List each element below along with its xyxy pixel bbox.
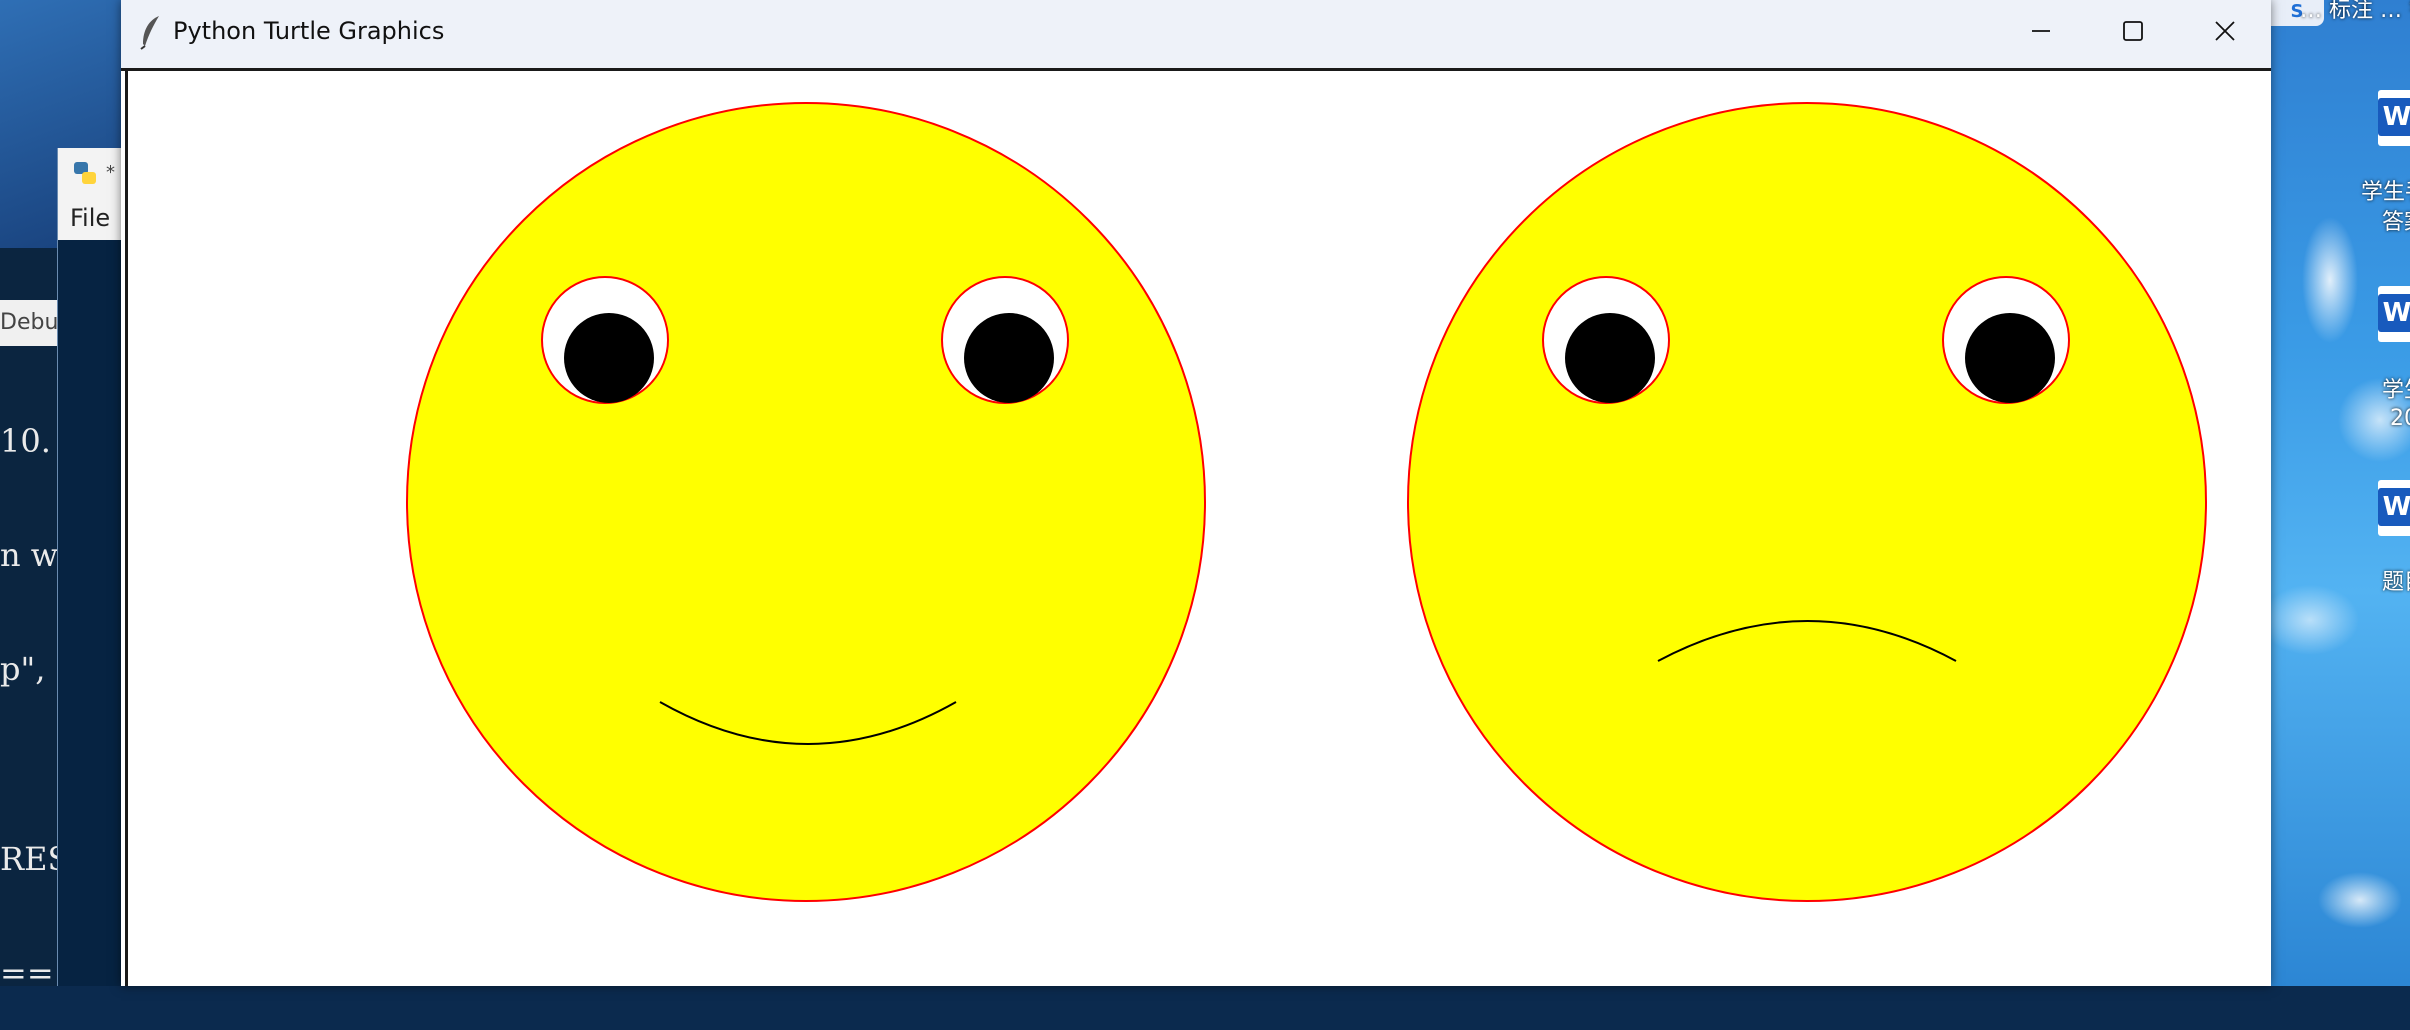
desktop-icon-label: 学生 <box>2381 378 2410 403</box>
python-icon <box>74 162 96 184</box>
turtle-drawing <box>406 102 2207 902</box>
shell-line: 10. <box>0 422 51 460</box>
desktop-top-label: … 标注 … 错题才 <box>2300 0 2410 23</box>
word-document-icon: W <box>2378 286 2410 342</box>
window-title: Python Turtle Graphics <box>173 17 445 45</box>
word-document-icon: W <box>2378 480 2410 536</box>
close-icon <box>2215 21 2235 41</box>
pupil-left <box>564 313 654 403</box>
pupil-right <box>964 313 1054 403</box>
shell-line: RES <box>0 840 57 878</box>
sad-face <box>1407 102 2207 902</box>
shell-menu-debug[interactable]: Debu <box>0 300 57 346</box>
window-titlebar[interactable]: Python Turtle Graphics <box>121 0 2271 71</box>
menu-file[interactable]: File <box>70 204 110 232</box>
feather-icon <box>140 16 159 50</box>
desktop-icon-sublabel: 20 <box>2390 406 2410 431</box>
shell-line: == <box>0 954 54 992</box>
desktop-icon-sublabel: 答案 <box>2381 210 2410 235</box>
minimize-button[interactable] <box>1995 0 2087 62</box>
happy-face <box>406 102 1206 902</box>
shell-line: p", <box>0 650 46 688</box>
unsaved-indicator: * <box>106 162 115 183</box>
shell-output: 10. n w p", RES == <box>0 346 57 1030</box>
maximize-icon <box>2123 21 2143 41</box>
desktop-icon-label: 学生手 <box>2360 180 2410 205</box>
face-circle <box>1407 102 2207 902</box>
minimize-icon <box>2032 30 2050 32</box>
pupil-right <box>1965 313 2055 403</box>
turtle-canvas[interactable] <box>125 71 2269 986</box>
desktop-icon-label: 题目 <box>2381 570 2410 595</box>
shell-line: n w <box>0 536 57 574</box>
turtle-graphics-window[interactable]: Python Turtle Graphics <box>121 0 2271 986</box>
maximize-button[interactable] <box>2087 0 2179 62</box>
close-button[interactable] <box>2179 0 2271 62</box>
face-circle <box>406 102 1206 902</box>
pupil-left <box>1565 313 1655 403</box>
word-document-icon: W <box>2378 90 2410 146</box>
